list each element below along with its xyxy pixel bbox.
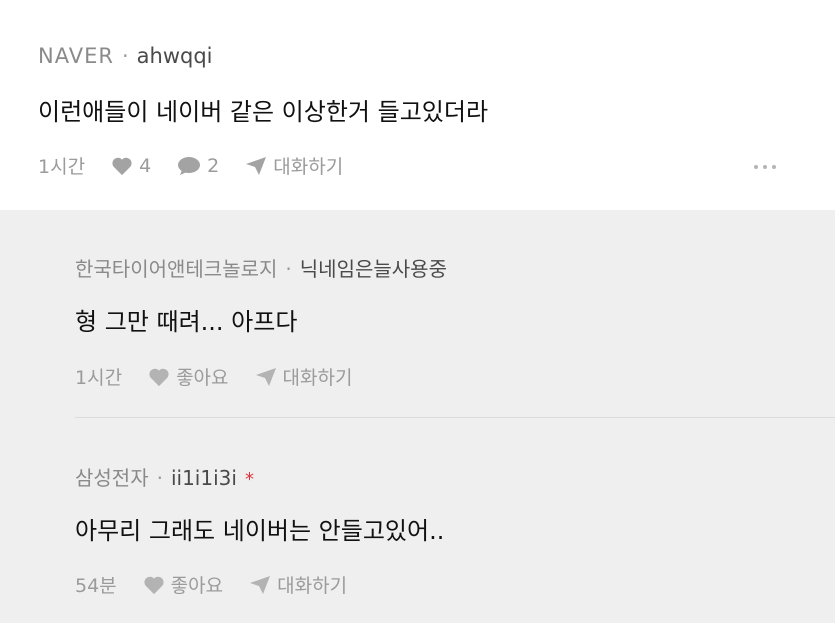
- reply-divider: [75, 417, 835, 418]
- heart-icon: [144, 576, 164, 594]
- comment-text: 이런애들이 네이버 같은 이상한거 들고있더라: [38, 98, 489, 126]
- meta-separator: ·: [156, 466, 163, 490]
- time-label: 1시간: [75, 367, 123, 389]
- reply-count: 2: [207, 154, 220, 177]
- reply-actions: 1시간 좋아요 대화하기: [75, 363, 378, 390]
- more-dots-icon[interactable]: [754, 165, 776, 169]
- talk-button[interactable]: 대화하기: [255, 363, 353, 390]
- reply-actions: 54분 좋아요 대화하기: [75, 571, 373, 598]
- like-count: 4: [139, 154, 152, 177]
- replies-section: 한국타이어앤테크놀로지 · 닉네임은늘사용중 형 그만 때려... 아프다 1시간 …: [0, 210, 835, 623]
- talk-label: 대화하기: [273, 156, 344, 178]
- heart-icon: [112, 157, 132, 175]
- time-label: 1시간: [38, 156, 86, 178]
- like-label: 좋아요: [176, 367, 229, 389]
- reply-button[interactable]: 2: [177, 155, 219, 177]
- reply-source: 한국타이어앤테크놀로지: [75, 257, 278, 281]
- reply-time: 54분: [75, 571, 117, 598]
- comment-username[interactable]: ahwqqi: [137, 44, 213, 68]
- heart-icon: [149, 368, 169, 386]
- talk-button[interactable]: 대화하기: [245, 152, 343, 179]
- comment-meta: NAVER · ahwqqi: [38, 44, 213, 68]
- paper-plane-icon: [246, 156, 267, 175]
- like-label: 좋아요: [170, 575, 224, 597]
- reply-text: 형 그만 때려... 아프다: [75, 308, 298, 336]
- talk-label: 대화하기: [282, 367, 353, 389]
- paper-plane-icon: [250, 575, 271, 594]
- reply-meta: 삼성전자 · ii1i1i3i *: [75, 462, 254, 491]
- reply-time: 1시간: [75, 363, 122, 390]
- reply-username[interactable]: ii1i1i3i: [171, 466, 237, 490]
- comment-source: NAVER: [38, 44, 114, 68]
- speech-bubble-icon: [178, 156, 201, 175]
- comment-time: 1시간: [38, 152, 85, 179]
- comment-actions: 1시간 4 2 대화하기: [38, 152, 369, 179]
- like-button[interactable]: 좋아요: [148, 363, 229, 390]
- like-button[interactable]: 4: [111, 155, 151, 177]
- meta-separator: ·: [285, 257, 292, 281]
- reply-source: 삼성전자: [75, 466, 149, 490]
- talk-label: 대화하기: [277, 575, 348, 597]
- paper-plane-icon: [255, 367, 276, 386]
- reply-username[interactable]: 닉네임은늘사용중: [300, 257, 447, 281]
- talk-button[interactable]: 대화하기: [249, 571, 347, 598]
- meta-separator: ·: [121, 44, 129, 68]
- reply-text: 아무리 그래도 네이버는 안들고있어..: [75, 517, 445, 545]
- like-button[interactable]: 좋아요: [143, 571, 223, 598]
- main-comment: NAVER · ahwqqi 이런애들이 네이버 같은 이상한거 들고있더라 1시간…: [0, 0, 835, 210]
- reply-meta: 한국타이어앤테크놀로지 · 닉네임은늘사용중: [75, 253, 447, 282]
- reporter-mark: *: [244, 469, 254, 490]
- time-label: 54분: [75, 575, 117, 597]
